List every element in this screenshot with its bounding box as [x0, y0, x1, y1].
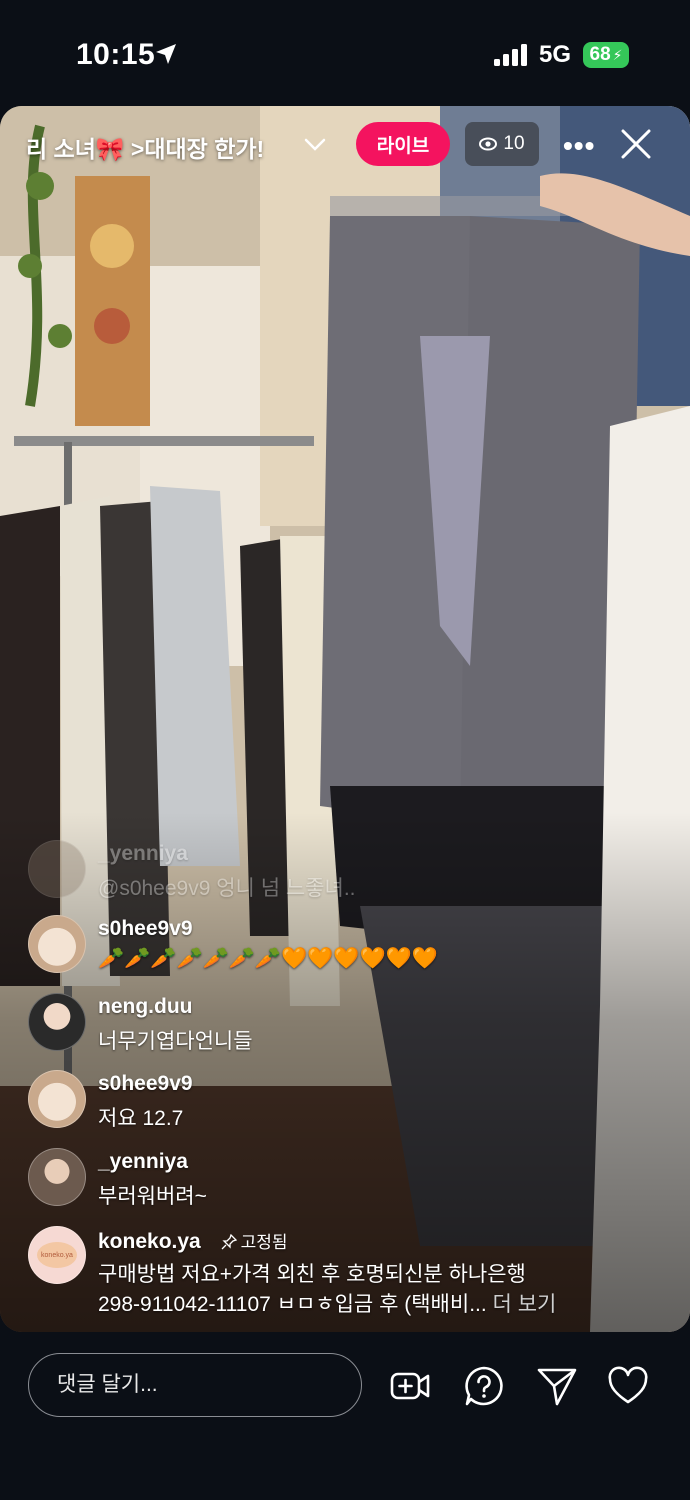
live-video[interactable]: [0, 106, 690, 1332]
pinned-label-text: 고정됨: [240, 1233, 288, 1252]
comment-text: 저요 12.7: [98, 1107, 184, 1130]
avatar[interactable]: koneko.ya: [28, 1226, 86, 1284]
signal-icon: [494, 44, 527, 66]
pin-icon: [221, 1234, 237, 1250]
comment-username[interactable]: _yenniya: [98, 1150, 188, 1174]
pinned-text-line2: 298-911042-11107 ㅂㅁㅎ입금 후 (택배비... 더 보기: [98, 1288, 556, 1318]
pinned-line2: 298-911042-11107 ㅂㅁㅎ입금 후 (택배비...: [98, 1293, 487, 1316]
heart-icon[interactable]: [606, 1364, 650, 1408]
pinned-username[interactable]: koneko.ya: [98, 1230, 201, 1253]
live-badge: 라이브: [356, 122, 450, 166]
comment-text: 부러워버려~: [98, 1185, 207, 1208]
add-video-icon[interactable]: [388, 1364, 432, 1408]
avatar[interactable]: [28, 915, 86, 973]
comment-text: 🥕🥕🥕🥕🥕🥕🥕🧡🧡🧡🧡🧡🧡: [98, 947, 438, 970]
avatar[interactable]: [28, 993, 86, 1051]
viewer-count-value: 10: [503, 133, 525, 154]
chevron-down-icon[interactable]: [302, 132, 328, 158]
comment-input[interactable]: [28, 1353, 362, 1417]
live-title[interactable]: 리 소녀🎀 >대대장 한가!: [26, 130, 264, 164]
pinned-text-line1: 구매방법 저요+가격 외친 후 호명되신분 하나은행: [98, 1263, 526, 1286]
pinned-label: 고정됨: [221, 1233, 288, 1252]
eye-icon: [479, 137, 498, 151]
status-time: 10:15: [76, 38, 156, 71]
avatar[interactable]: [28, 1070, 86, 1128]
charging-bolt-icon: ⚡: [612, 46, 623, 63]
comment-username[interactable]: s0hee9v9: [98, 917, 193, 941]
comment-username[interactable]: _yenniya: [98, 842, 188, 866]
comment-username[interactable]: s0hee9v9: [98, 1072, 193, 1096]
battery-indicator: 68 ⚡: [583, 42, 629, 68]
viewer-count[interactable]: 10: [465, 122, 539, 166]
comment-username[interactable]: neng.duu: [98, 995, 192, 1019]
location-arrow-icon: [156, 44, 176, 64]
more-options-icon[interactable]: •••: [563, 130, 595, 162]
question-icon[interactable]: [462, 1364, 506, 1408]
close-icon[interactable]: [619, 127, 653, 161]
send-icon[interactable]: [535, 1364, 579, 1408]
network-type: 5G: [539, 41, 572, 68]
avatar-text: koneko.ya: [37, 1242, 77, 1268]
comment-text: @s0hee9v9 엉니 넘 느좋녀..: [98, 877, 356, 900]
comment-username: koneko.ya 고정됨: [98, 1228, 287, 1254]
comment-text: 너무기엽다언니들: [98, 1030, 253, 1053]
battery-level: 68: [589, 44, 611, 65]
status-bar: 10:15 5G 68 ⚡: [0, 0, 690, 106]
avatar[interactable]: [28, 840, 86, 898]
avatar[interactable]: [28, 1148, 86, 1206]
see-more-link[interactable]: 더 보기: [493, 1293, 557, 1316]
